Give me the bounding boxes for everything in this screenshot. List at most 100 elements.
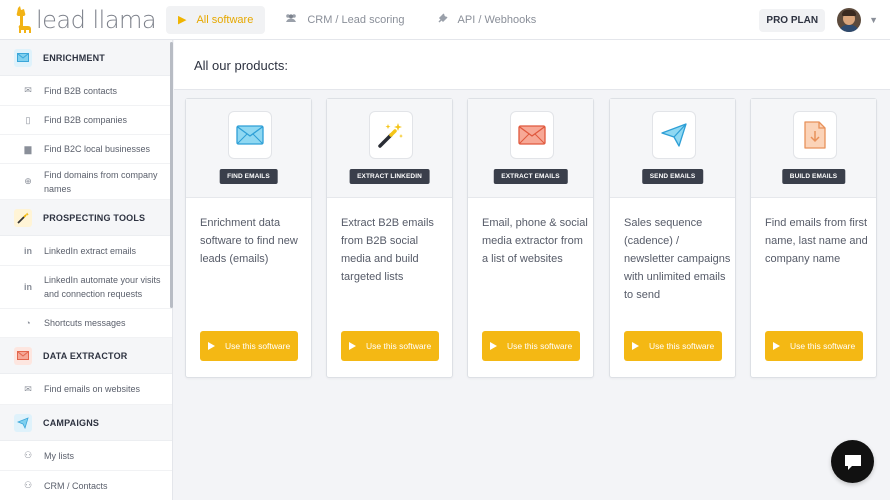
- sidebar-item-linkedin-automate[interactable]: in LinkedIn automate your visits and con…: [0, 266, 172, 309]
- tab-crm-lead-scoring[interactable]: CRM / Lead scoring: [273, 6, 416, 34]
- sidebar-item-label: CRM / Contacts: [44, 480, 108, 491]
- sidebar-section-campaigns[interactable]: CAMPAIGNS: [0, 405, 172, 441]
- sidebar-section-data-extractor[interactable]: DATA EXTRACTOR: [0, 338, 172, 374]
- tab-label: All software: [196, 13, 254, 26]
- play-icon: ▶: [178, 14, 187, 26]
- sidebar-section-enrichment[interactable]: ENRICHMENT: [0, 40, 172, 76]
- chat-icon: ◔: [25, 318, 31, 328]
- play-icon: [773, 342, 780, 350]
- play-icon: [349, 342, 356, 350]
- use-software-button[interactable]: Use this software: [200, 331, 298, 361]
- envelope-icon: ✉: [24, 85, 32, 95]
- llama-icon: [16, 5, 31, 33]
- svg-text:✦: ✦: [25, 212, 29, 218]
- card-badge: EXTRACT LINKEDIN: [349, 169, 430, 184]
- sidebar-scrollbar[interactable]: [170, 42, 173, 308]
- card-badge: SEND EMAILS: [641, 169, 704, 184]
- sidebar-item-label: Find B2B companies: [44, 115, 128, 125]
- sidebar-item-label: My lists: [44, 450, 74, 461]
- play-icon: [490, 342, 497, 350]
- logo[interactable]: lead llama: [0, 5, 166, 34]
- sidebar-item-label: Find B2B contacts: [44, 85, 118, 96]
- sidebar-item-find-b2b-contacts[interactable]: ✉ Find B2B contacts: [0, 76, 172, 106]
- card-description: Sales sequence (cadence) / newsletter ca…: [624, 217, 731, 301]
- sidebar-item-my-lists[interactable]: ⚇ My lists: [0, 441, 172, 471]
- button-label: Use this software: [649, 341, 715, 351]
- chevron-down-icon[interactable]: ▼: [869, 15, 878, 25]
- magic-wand-icon: [369, 111, 413, 159]
- plug-icon: [437, 12, 448, 27]
- users-icon: ⚇: [23, 450, 33, 460]
- sidebar: ENRICHMENT ✉ Find B2B contacts ▯ Find B2…: [0, 40, 173, 500]
- card-description: Enrichment data software to find new lea…: [200, 217, 298, 265]
- paper-plane-icon: [652, 111, 696, 159]
- top-bar: lead llama ▶ All software CRM / Lead sco…: [0, 0, 890, 40]
- magic-wand-icon: ✦: [14, 208, 32, 227]
- sidebar-item-label: Find emails on websites: [44, 384, 141, 394]
- use-software-button[interactable]: Use this software: [624, 331, 722, 361]
- avatar[interactable]: [837, 8, 862, 32]
- sidebar-item-shortcuts-messages[interactable]: ◔ Shortcuts messages: [0, 309, 172, 338]
- main-header: All our products:: [174, 40, 890, 90]
- linkedin-icon: in: [24, 282, 32, 292]
- tab-label: API / Webhooks: [457, 13, 537, 26]
- card-description: Extract B2B emails from B2B social media…: [341, 217, 434, 283]
- logo-text: lead llama: [36, 5, 157, 34]
- product-card-send-emails: SEND EMAILS Sales sequence (cadence) / n…: [609, 98, 736, 378]
- sidebar-item-label: Find domains from company names: [44, 169, 158, 194]
- linkedin-icon: in: [24, 245, 32, 256]
- sidebar-item-label: Shortcuts messages: [44, 318, 126, 328]
- product-card-build-emails: BUILD EMAILS Find emails from first name…: [750, 98, 877, 378]
- sidebar-item-crm-contacts[interactable]: ⚇ CRM / Contacts: [0, 471, 172, 500]
- envelope-icon: ✉: [24, 383, 32, 394]
- envelope-icon: [14, 48, 32, 67]
- button-label: Use this software: [366, 341, 432, 351]
- chat-widget-button[interactable]: [831, 440, 874, 483]
- envelope-icon: [228, 111, 272, 159]
- building-icon: ▯: [25, 114, 31, 125]
- button-label: Use this software: [790, 341, 856, 351]
- card-badge: BUILD EMAILS: [781, 169, 846, 184]
- use-software-button[interactable]: Use this software: [765, 331, 863, 361]
- sidebar-item-find-domains[interactable]: ⊕ Find domains from company names: [0, 164, 172, 200]
- tab-label: CRM / Lead scoring: [307, 13, 405, 26]
- envelope-icon: [510, 111, 554, 159]
- play-icon: [632, 342, 639, 350]
- card-description: Find emails from first name, last name a…: [765, 217, 868, 265]
- button-label: Use this software: [507, 341, 573, 351]
- product-card-extract-linkedin: EXTRACT LINKEDIN Extract B2B emails from…: [326, 98, 453, 378]
- use-software-button[interactable]: Use this software: [482, 331, 580, 361]
- tab-api-webhooks[interactable]: API / Webhooks: [425, 6, 549, 34]
- button-label: Use this software: [225, 341, 291, 351]
- sidebar-item-label: LinkedIn extract emails: [44, 245, 137, 256]
- page-title: All our products:: [194, 58, 288, 73]
- sidebar-section-prospecting-tools[interactable]: ✦ PROSPECTING TOOLS: [0, 200, 172, 236]
- shop-icon: ▆: [24, 143, 32, 154]
- product-card-extract-emails: EXTRACT EMAILS Email, phone & social med…: [467, 98, 594, 378]
- users-icon: ⚇: [23, 480, 33, 490]
- search-icon: ⊕: [24, 176, 32, 186]
- use-software-button[interactable]: Use this software: [341, 331, 439, 361]
- download-file-icon: [793, 111, 837, 159]
- envelope-icon: [14, 346, 32, 365]
- card-badge: EXTRACT EMAILS: [493, 169, 568, 184]
- card-badge: FIND EMAILS: [219, 169, 278, 184]
- sidebar-item-find-b2c-local-businesses[interactable]: ▆ Find B2C local businesses: [0, 135, 172, 164]
- tab-all-software[interactable]: ▶ All software: [166, 5, 266, 34]
- sidebar-item-find-emails-on-websites[interactable]: ✉ Find emails on websites: [0, 374, 172, 405]
- card-description: Email, phone & social media extractor fr…: [482, 217, 588, 265]
- sidebar-item-label: Find B2C local businesses: [44, 144, 151, 154]
- sidebar-item-label: LinkedIn automate your visits and connec…: [44, 275, 161, 299]
- users-icon: [285, 13, 297, 26]
- section-label: PROSPECTING TOOLS: [43, 212, 146, 223]
- section-label: DATA EXTRACTOR: [43, 350, 128, 361]
- sidebar-item-find-b2b-companies[interactable]: ▯ Find B2B companies: [0, 106, 172, 135]
- section-label: CAMPAIGNS: [43, 417, 100, 428]
- play-icon: [208, 342, 215, 350]
- section-label: ENRICHMENT: [43, 52, 105, 63]
- product-card-find-emails: FIND EMAILS Enrichment data software to …: [185, 98, 312, 378]
- sidebar-item-linkedin-extract-emails[interactable]: in LinkedIn extract emails: [0, 236, 172, 266]
- chat-icon: [844, 454, 861, 470]
- paper-plane-icon: [14, 413, 32, 432]
- pro-plan-button[interactable]: PRO PLAN: [759, 8, 826, 32]
